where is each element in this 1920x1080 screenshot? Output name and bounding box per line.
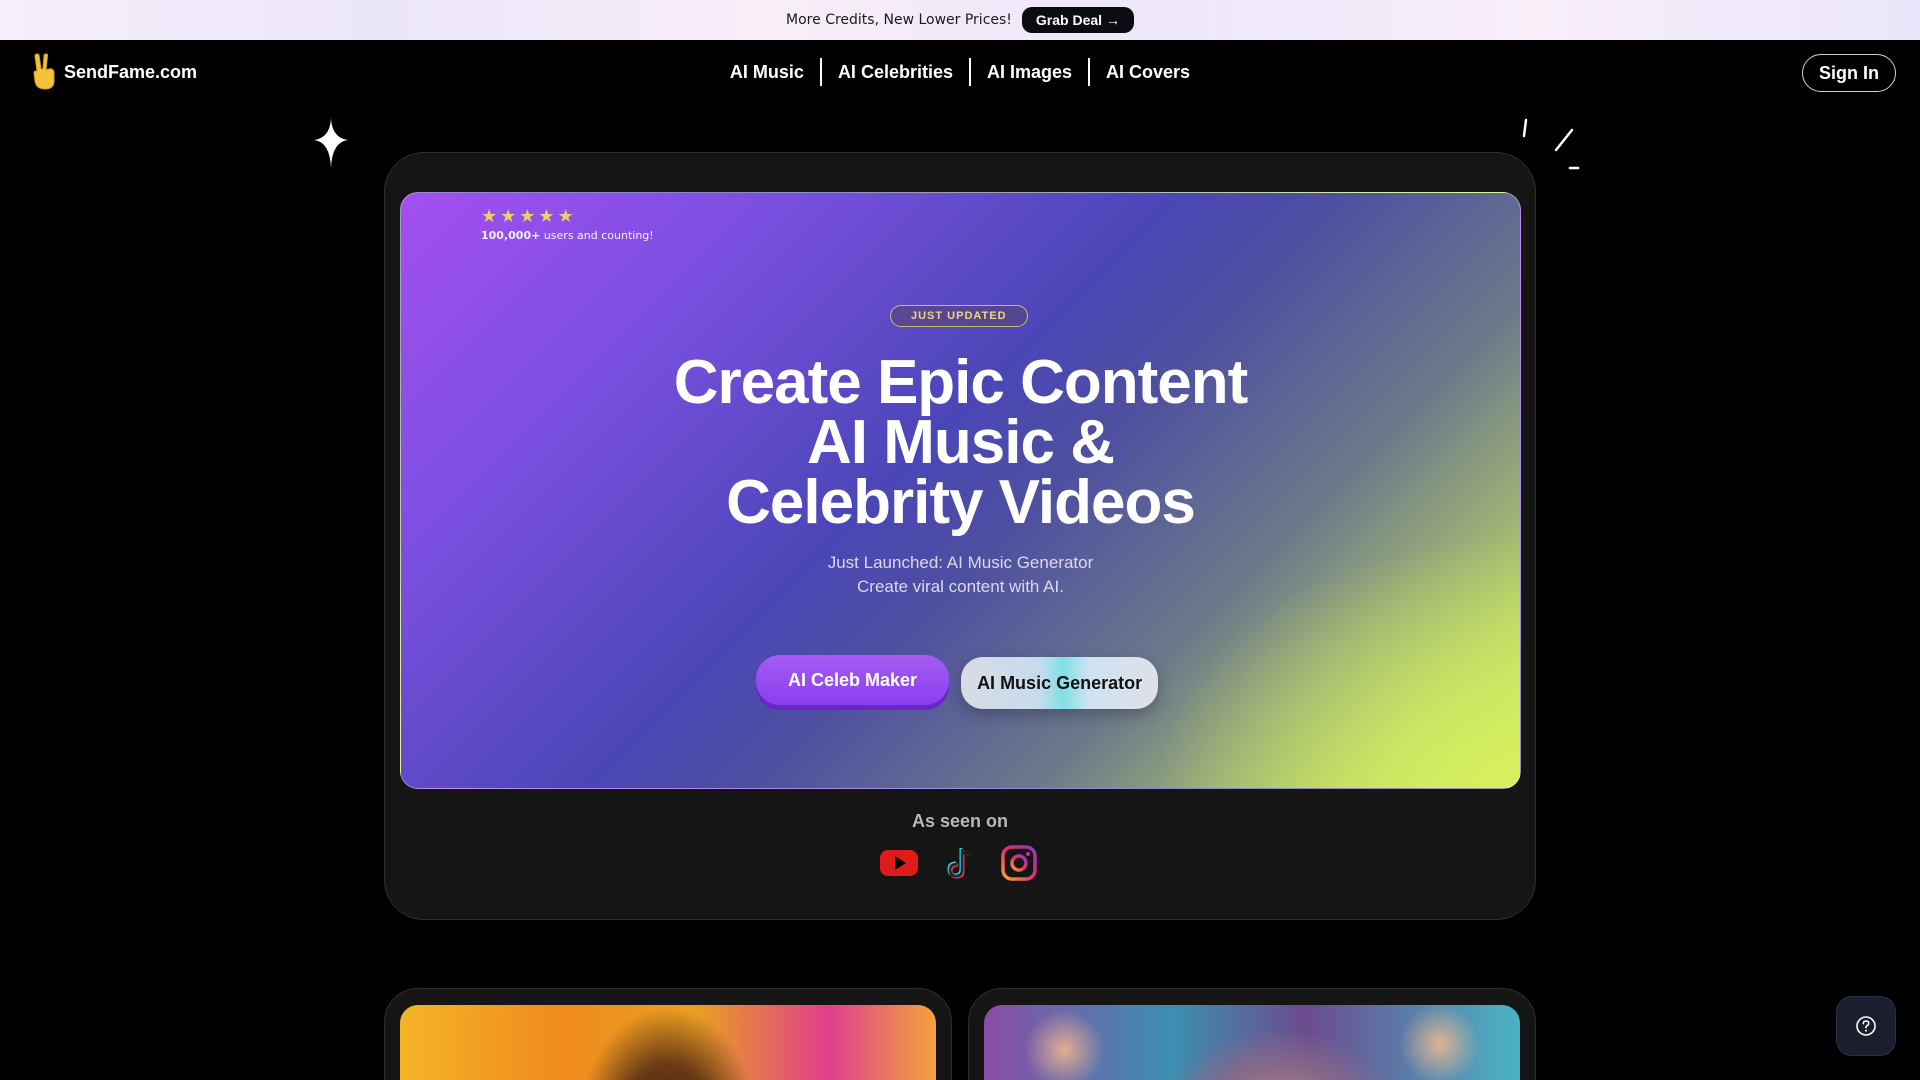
nav-link-ai-celebrities[interactable]: AI Celebrities — [819, 58, 969, 86]
banner-text: More Credits, New Lower Prices! — [786, 12, 1012, 28]
top-navigation: SendFame.com AI Music AI Celebrities AI … — [0, 40, 1920, 104]
hero-cta-row: AI Celeb Maker AI Music Generator — [756, 655, 1159, 709]
nav-link-ai-music[interactable]: AI Music — [714, 58, 820, 86]
subtitle-line: Create viral content with AI. — [857, 577, 1064, 596]
preview-card[interactable] — [384, 988, 952, 1080]
headline-line: Create Epic Content — [673, 348, 1249, 417]
help-button[interactable] — [1836, 996, 1896, 1056]
grab-deal-button[interactable]: Grab Deal → — [1021, 7, 1134, 33]
tiktok-icon[interactable] — [939, 843, 979, 883]
as-seen-on-title: As seen on — [911, 811, 1009, 831]
as-seen-on-logos — [879, 843, 1039, 883]
youtube-icon[interactable] — [879, 843, 919, 883]
preview-card[interactable] — [968, 988, 1536, 1080]
announcement-banner: More Credits, New Lower Prices! Grab Dea… — [0, 0, 1920, 40]
headline-line: Celebrity Videos — [726, 468, 1196, 537]
nav-links: AI Music AI Celebrities AI Images AI Cov… — [0, 58, 1920, 86]
user-rating: ★ ★ ★ ★ ★ 100,000+ users and counting! — [481, 207, 654, 243]
star-icon: ★ — [500, 206, 517, 227]
user-count-suffix: users and counting! — [543, 229, 654, 242]
hero-card: ★ ★ ★ ★ ★ 100,000+ users and counting! J… — [384, 152, 1536, 920]
preview-image — [984, 1005, 1520, 1080]
sparkle-icon — [314, 118, 348, 168]
nav-link-ai-covers[interactable]: AI Covers — [1088, 58, 1206, 86]
question-circle-icon — [1856, 1016, 1876, 1036]
instagram-icon[interactable] — [999, 843, 1039, 883]
user-count-line: 100,000+ users and counting! — [481, 229, 654, 242]
ai-celeb-maker-button[interactable]: AI Celeb Maker — [756, 655, 950, 705]
just-updated-badge: JUST UPDATED — [890, 305, 1028, 327]
preview-image — [400, 1005, 936, 1080]
star-icon: ★ — [538, 206, 555, 227]
star-rating: ★ ★ ★ ★ ★ — [481, 207, 654, 227]
hero-subtitle: Just Launched: AI Music Generator Create… — [401, 551, 1520, 599]
hero-banner: ★ ★ ★ ★ ★ 100,000+ users and counting! J… — [400, 192, 1521, 789]
headline-line: AI Music & — [807, 408, 1115, 477]
hero-headline: Create Epic Content AI Music & Celebrity… — [401, 348, 1520, 537]
star-icon: ★ — [481, 206, 498, 227]
star-icon: ★ — [557, 206, 574, 227]
sign-in-button[interactable]: Sign In — [1802, 54, 1896, 92]
subtitle-line: Just Launched: AI Music Generator — [827, 553, 1094, 572]
user-count: 100,000+ — [481, 229, 541, 242]
ai-music-generator-button[interactable]: AI Music Generator — [961, 657, 1159, 709]
star-icon: ★ — [519, 206, 536, 227]
nav-link-ai-images[interactable]: AI Images — [968, 58, 1088, 86]
